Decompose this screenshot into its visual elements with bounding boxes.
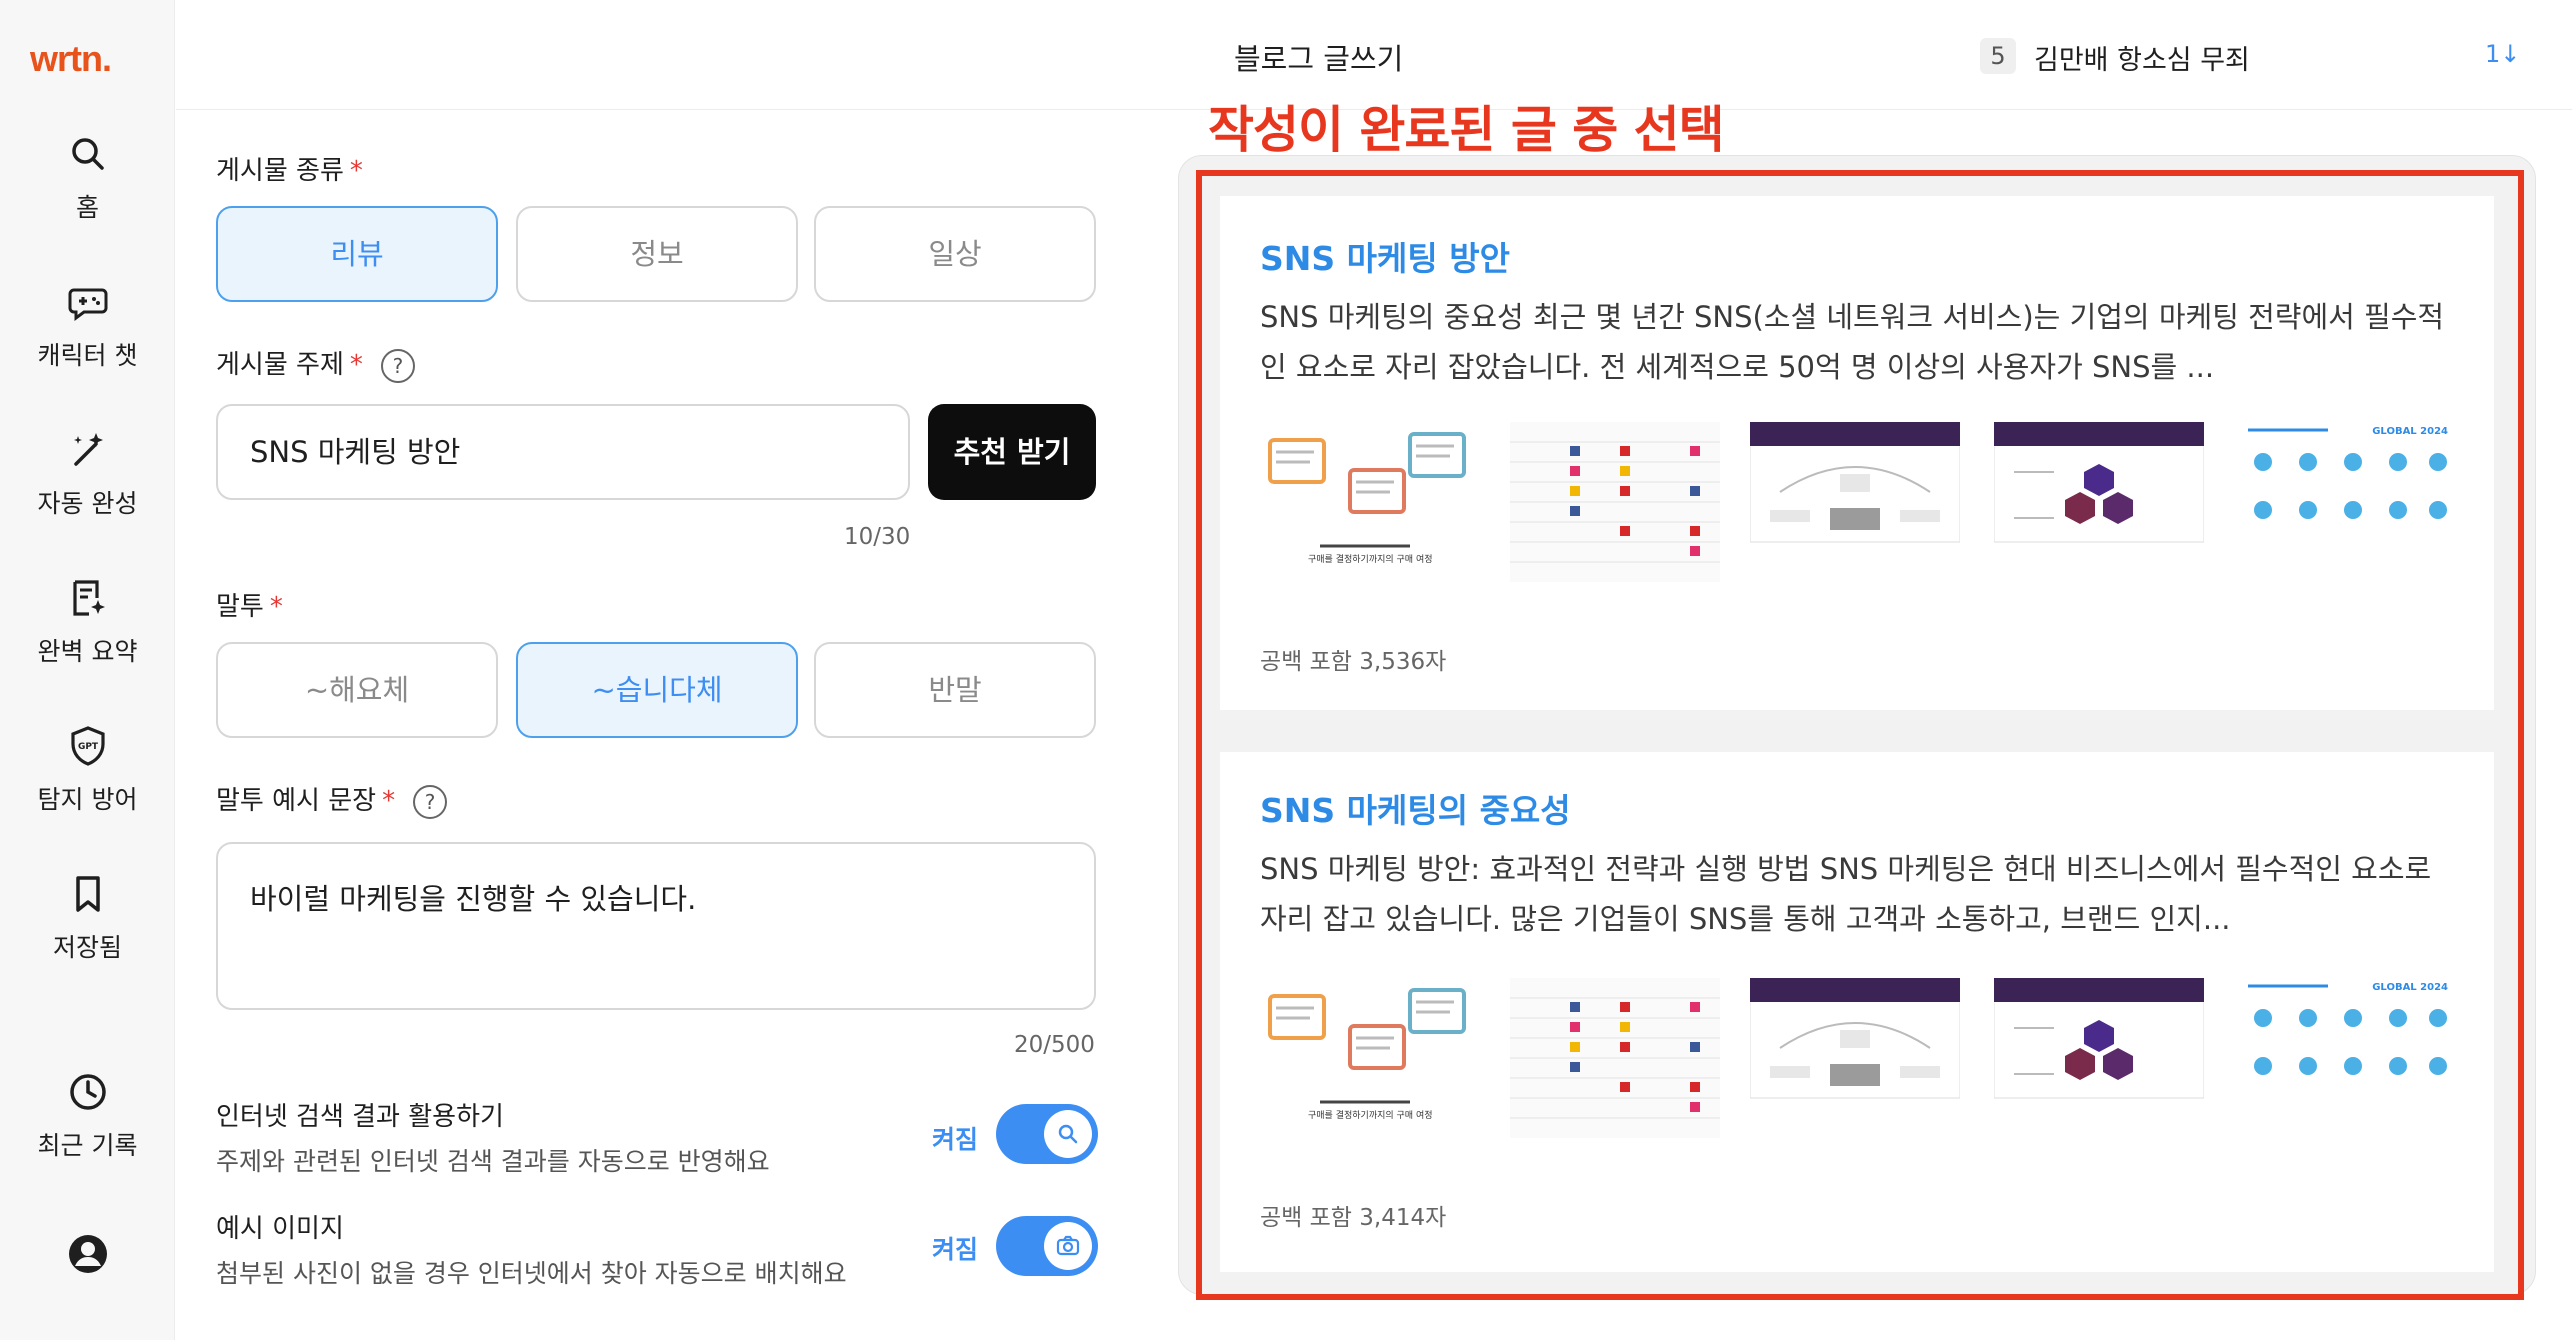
sidebar-item-label: 최근 기록 xyxy=(37,1131,138,1160)
sidebar-item-label: 탐지 방어 xyxy=(37,785,138,814)
post-type-option-review[interactable]: 리뷰 xyxy=(216,206,498,302)
user-badge: 5 xyxy=(1980,38,2016,74)
sort-toggle[interactable]: 1↓ xyxy=(2485,40,2520,68)
topic-label-text: 게시물 주제 xyxy=(216,350,344,380)
annotation-highlight-box xyxy=(1196,170,2524,1300)
tone-option-haeyo[interactable]: ~해요체 xyxy=(216,642,498,738)
clock-icon xyxy=(69,1074,106,1110)
tone-example-textarea[interactable]: 바이럴 마케팅을 진행할 수 있습니다. xyxy=(216,842,1096,1010)
tone-label: 말투 * xyxy=(216,586,283,623)
required-mark: * xyxy=(349,156,363,186)
toggle-knob xyxy=(1044,1222,1092,1270)
sidebar-item-summary[interactable]: 완벽 요약 xyxy=(0,576,175,668)
post-type-label-text: 게시물 종류 xyxy=(216,156,344,186)
tone-option-banmal[interactable]: 반말 xyxy=(814,642,1096,738)
help-icon[interactable]: ? xyxy=(380,348,415,383)
annotation-title: 작성이 완료된 글 중 선택 xyxy=(1208,101,1725,159)
tone-option-seumnida[interactable]: ~습니다체 xyxy=(516,642,798,738)
bookmark-icon xyxy=(75,876,100,912)
post-type-option-info[interactable]: 정보 xyxy=(516,206,798,302)
sidebar-item-recent[interactable]: 최근 기록 xyxy=(0,1070,175,1162)
step-diagram-caption: 구매를 결정하기까지의 구매 여정 xyxy=(1308,1111,1433,1121)
search-icon xyxy=(1058,1124,1078,1144)
sidebar-item-label: 캐릭터 챗 xyxy=(37,341,138,370)
example-image-toggle[interactable] xyxy=(996,1216,1098,1276)
tone-example-counter: 20/500 xyxy=(1014,1032,1095,1058)
sidebar-item-label: 완벽 요약 xyxy=(37,637,138,666)
tone-example-label: 말투 예시 문장 *? xyxy=(216,780,448,819)
web-search-toggle[interactable] xyxy=(996,1104,1098,1164)
sidebar-item-detection-defense[interactable]: GPT 탐지 방어 xyxy=(0,724,175,816)
user-circle-icon xyxy=(68,1235,107,1273)
toggle-knob xyxy=(1044,1110,1092,1158)
tone-label-text: 말투 xyxy=(216,592,264,622)
sidebar-item-label: 자동 완성 xyxy=(37,489,138,518)
topic-label: 게시물 주제 *? xyxy=(216,344,415,383)
post-type-label: 게시물 종류 * xyxy=(216,150,363,187)
web-search-state: 켜짐 xyxy=(932,1125,979,1154)
wrtn-logo[interactable]: wrtn. xyxy=(30,38,112,80)
sidebar-item-saved[interactable]: 저장됨 xyxy=(0,872,175,964)
post-type-option-daily[interactable]: 일상 xyxy=(814,206,1096,302)
gpt-shield-icon: GPT xyxy=(70,726,105,766)
profile-button[interactable] xyxy=(0,1232,175,1276)
user-name[interactable]: 김만배 항소심 무죄 xyxy=(2034,38,2250,77)
topic-input[interactable]: SNS 마케팅 방안 xyxy=(216,404,910,500)
sidebar: wrtn. 홈 캐릭터 챗 자동 완성 완벽 요약 GPT 탐지 방어 저장됨 … xyxy=(0,0,175,1340)
sidebar-item-label: 저장됨 xyxy=(52,933,122,962)
topic-counter: 10/30 xyxy=(844,524,911,550)
page-title: 블로그 글쓰기 xyxy=(1234,42,1404,76)
example-image-title: 예시 이미지 xyxy=(216,1214,344,1244)
search-icon xyxy=(71,138,104,170)
gamepad-chat-icon xyxy=(68,288,107,321)
web-search-description: 주제와 관련된 인터넷 검색 결과를 자동으로 반영해요 xyxy=(216,1147,770,1176)
tone-example-label-text: 말투 예시 문장 xyxy=(216,786,377,816)
sidebar-item-home[interactable]: 홈 xyxy=(0,132,175,224)
step-diagram-caption: 구매를 결정하기까지의 구매 여정 xyxy=(1308,555,1433,565)
camera-icon xyxy=(1056,1235,1080,1256)
recommend-button[interactable]: 추천 받기 xyxy=(928,404,1096,500)
example-image-description: 첨부된 사진이 없을 경우 인터넷에서 찾아 자동으로 배치해요 xyxy=(216,1259,847,1288)
required-mark: * xyxy=(349,350,363,380)
web-search-title: 인터넷 검색 결과 활용하기 xyxy=(216,1102,504,1132)
magic-wand-icon xyxy=(73,433,103,466)
required-mark: * xyxy=(382,786,396,816)
sidebar-item-label: 홈 xyxy=(75,193,99,222)
sidebar-item-character-chat[interactable]: 캐릭터 챗 xyxy=(0,280,175,372)
example-image-state: 켜짐 xyxy=(932,1235,979,1264)
document-sparkle-icon xyxy=(72,580,105,616)
required-mark: * xyxy=(269,592,283,622)
sidebar-item-autocomplete[interactable]: 자동 완성 xyxy=(0,428,175,520)
svg-text:GPT: GPT xyxy=(77,742,98,752)
help-icon[interactable]: ? xyxy=(413,784,448,819)
